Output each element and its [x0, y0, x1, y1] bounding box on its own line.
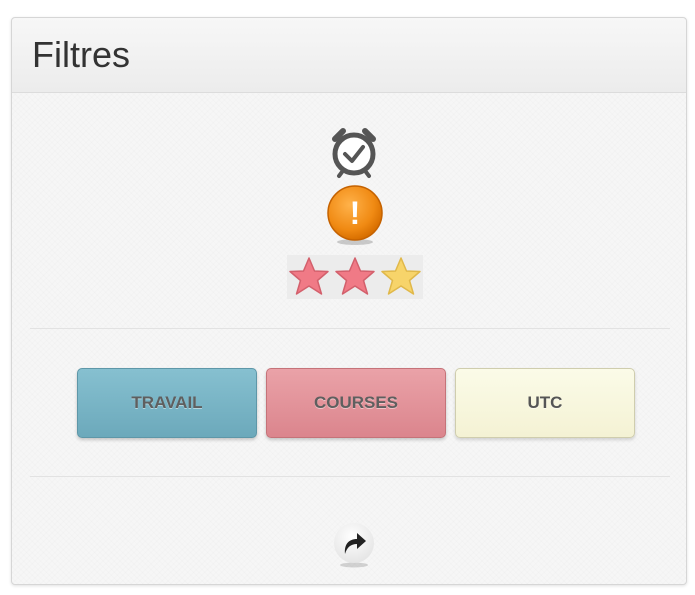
alarm-clock-icon[interactable]: [326, 123, 382, 179]
filter-icons-section: !: [12, 93, 686, 328]
divider: [30, 328, 670, 329]
divider: [30, 476, 670, 477]
tag-buttons: TRAVAIL COURSES UTC: [77, 368, 635, 438]
redo-arrow-icon[interactable]: [330, 520, 378, 568]
star-icon[interactable]: [333, 255, 377, 299]
star-icon[interactable]: [287, 255, 331, 299]
tag-button-courses[interactable]: COURSES: [266, 368, 446, 438]
star-rating[interactable]: [287, 255, 423, 299]
panel-title: Filtres: [32, 34, 130, 75]
panel-header: Filtres: [12, 18, 686, 93]
star-icon[interactable]: [379, 255, 423, 299]
exclamation-symbol: !: [350, 195, 361, 231]
exclamation-icon[interactable]: !: [324, 183, 386, 247]
tag-button-utc[interactable]: UTC: [455, 368, 635, 438]
tag-button-travail[interactable]: TRAVAIL: [77, 368, 257, 438]
filters-panel: Filtres ! TRAVAIL COURSES UTC: [11, 17, 687, 585]
